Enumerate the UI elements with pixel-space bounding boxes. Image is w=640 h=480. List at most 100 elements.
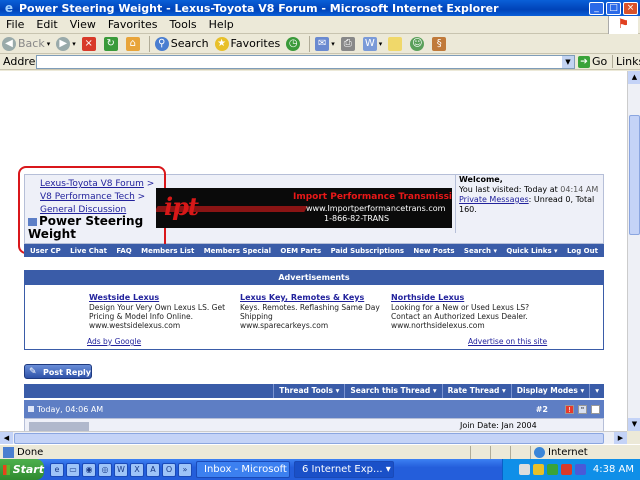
bluetooth-tray-icon[interactable] xyxy=(574,464,586,475)
welcome-greeting: Welcome, xyxy=(459,175,503,184)
report-icon[interactable]: ! xyxy=(565,404,574,414)
nav-paid-subscriptions[interactable]: Paid Subscriptions xyxy=(331,247,404,255)
advertise-link[interactable]: Advertise on this site xyxy=(468,337,547,346)
page-done-icon xyxy=(3,446,14,458)
join-date: Join Date: Jan 2004 xyxy=(460,421,537,430)
banner-headline: Import Performance Transmissions xyxy=(293,192,452,202)
task-internet-explorer[interactable]: 6 Internet Exp... ▾ xyxy=(294,461,394,478)
maximize-button[interactable]: □ xyxy=(606,1,621,15)
scroll-down-icon[interactable]: ▼ xyxy=(628,418,640,431)
vertical-scroll-thumb[interactable] xyxy=(629,115,640,235)
home-icon: ⌂ xyxy=(125,36,140,51)
forward-dropdown-icon[interactable]: ▾ xyxy=(72,40,76,48)
post-reply-button[interactable]: Post Reply xyxy=(24,364,92,380)
taskbar: Start e ▭ ◉ ◎ W X A O » Inbox - Microsof… xyxy=(0,459,640,480)
access-launch-icon[interactable]: A xyxy=(146,462,160,477)
ie-launch-icon[interactable]: e xyxy=(50,462,64,477)
help-tray-icon[interactable] xyxy=(518,464,530,475)
messenger-button[interactable]: ☺ xyxy=(408,36,426,51)
minimize-button[interactable]: _ xyxy=(589,1,604,15)
refresh-button[interactable]: ↻ xyxy=(102,36,120,51)
back-dropdown-icon[interactable]: ▾ xyxy=(47,40,51,48)
search-thread-menu[interactable]: Search this Thread ▾ xyxy=(344,384,441,398)
avatar xyxy=(29,422,89,431)
horizontal-scroll-thumb[interactable] xyxy=(14,433,604,444)
windows-logo-icon: ⚑ xyxy=(608,16,638,34)
multiquote-icon[interactable] xyxy=(591,404,600,414)
title-bar[interactable]: e Power Steering Weight - Lexus-Toyota V… xyxy=(0,0,640,16)
edit-button[interactable]: W ▾ xyxy=(361,36,382,51)
nav-search[interactable]: Search ▾ xyxy=(464,247,497,255)
rate-thread-menu[interactable]: Rate Thread ▾ xyxy=(441,384,511,398)
ad-banner[interactable]: ipt Import Performance Transmissions www… xyxy=(156,188,452,228)
menu-favorites[interactable]: Favorites xyxy=(102,18,164,31)
post-number[interactable]: #2 xyxy=(536,405,548,414)
nav-oem-parts[interactable]: OEM Parts xyxy=(280,247,321,255)
thread-tools-menu[interactable]: Thread Tools ▾ xyxy=(273,384,344,398)
ad-item[interactable]: Northside Lexus Looking for a New or Use… xyxy=(391,293,531,330)
search-button[interactable]: ⚲ Search xyxy=(153,36,209,51)
welcome-panel: Welcome, You last visited: Today at 04:1… xyxy=(455,175,605,233)
nav-user-cp[interactable]: User CP xyxy=(30,247,61,255)
menu-edit[interactable]: Edit xyxy=(30,18,63,31)
back-arrow-icon: ◀ xyxy=(2,36,16,51)
vertical-scrollbar[interactable]: ▲ ▼ xyxy=(627,71,640,431)
network-tray-icon[interactable] xyxy=(532,464,544,475)
advertisements-header: Advertisements xyxy=(25,271,603,285)
stop-button[interactable]: × xyxy=(80,36,98,51)
outlook-launch-icon[interactable]: O xyxy=(162,462,176,477)
app-launch-icon[interactable]: ◎ xyxy=(98,462,112,477)
ad-item[interactable]: Lexus Key, Remotes & Keys Keys. Remotes.… xyxy=(240,293,380,330)
horizontal-scrollbar[interactable]: ◀ ▶ xyxy=(0,431,627,445)
go-button[interactable]: ➔ Go xyxy=(578,55,612,68)
nav-new-posts[interactable]: New Posts xyxy=(413,247,454,255)
word-launch-icon[interactable]: W xyxy=(114,462,128,477)
nav-quick-links[interactable]: Quick Links ▾ xyxy=(506,247,557,255)
display-modes-menu[interactable]: Display Modes ▾ xyxy=(510,384,589,398)
close-button[interactable]: × xyxy=(623,1,638,15)
task-inbox[interactable]: Inbox - Microsoft ... xyxy=(196,461,290,478)
discuss-button[interactable] xyxy=(386,36,404,51)
history-button[interactable]: ◷ xyxy=(284,36,302,51)
refresh-icon: ↻ xyxy=(103,36,118,51)
print-button[interactable]: ⎙ xyxy=(339,36,357,51)
scrollbar-corner xyxy=(627,431,640,444)
thread-tools-bar: Thread Tools ▾ Search this Thread ▾ Rate… xyxy=(24,384,604,398)
nav-faq[interactable]: FAQ xyxy=(116,247,131,255)
back-button[interactable]: ◀ Back ▾ xyxy=(0,36,51,51)
nav-members-list[interactable]: Members List xyxy=(141,247,194,255)
status-cell xyxy=(490,445,510,459)
nav-log-out[interactable]: Log Out xyxy=(567,247,598,255)
forward-button[interactable]: ▶ ▾ xyxy=(54,36,76,51)
desktop-launch-icon[interactable]: ▭ xyxy=(66,462,80,477)
nav-live-chat[interactable]: Live Chat xyxy=(70,247,107,255)
security-tray-icon[interactable] xyxy=(546,464,558,475)
private-messages-link[interactable]: Private Messages xyxy=(459,195,529,204)
links-button[interactable]: Links xyxy=(612,55,640,68)
more-launch-icon[interactable]: » xyxy=(178,462,192,477)
menu-help[interactable]: Help xyxy=(203,18,240,31)
favorites-button[interactable]: ★ Favorites xyxy=(213,36,280,51)
mail-button[interactable]: ✉ ▾ xyxy=(313,36,335,51)
address-dropdown-icon[interactable]: ▼ xyxy=(562,55,574,68)
clock[interactable]: 4:38 AM xyxy=(593,464,634,475)
start-button[interactable]: Start xyxy=(0,459,44,480)
search-icon: ⚲ xyxy=(154,36,169,51)
home-button[interactable]: ⌂ xyxy=(124,36,142,51)
ads-by-google-link[interactable]: Ads by Google xyxy=(87,337,141,346)
research-button[interactable]: § xyxy=(430,36,448,51)
thread-tools-collapse[interactable]: ▾ xyxy=(589,384,604,398)
quote-icon[interactable]: " xyxy=(578,404,587,414)
menu-tools[interactable]: Tools xyxy=(164,18,203,31)
quick-launch: e ▭ ◉ ◎ W X A O » xyxy=(50,462,192,477)
antivirus-tray-icon[interactable] xyxy=(560,464,572,475)
menu-view[interactable]: View xyxy=(64,18,102,31)
menu-file[interactable]: File xyxy=(0,18,30,31)
address-input[interactable]: ▼ xyxy=(36,54,575,69)
ad-item[interactable]: Westside Lexus Design Your Very Own Lexu… xyxy=(89,293,229,330)
media-launch-icon[interactable]: ◉ xyxy=(82,462,96,477)
excel-launch-icon[interactable]: X xyxy=(130,462,144,477)
scroll-up-icon[interactable]: ▲ xyxy=(628,71,640,84)
nav-members-special[interactable]: Members Special xyxy=(204,247,271,255)
address-label: Address xyxy=(3,55,47,68)
